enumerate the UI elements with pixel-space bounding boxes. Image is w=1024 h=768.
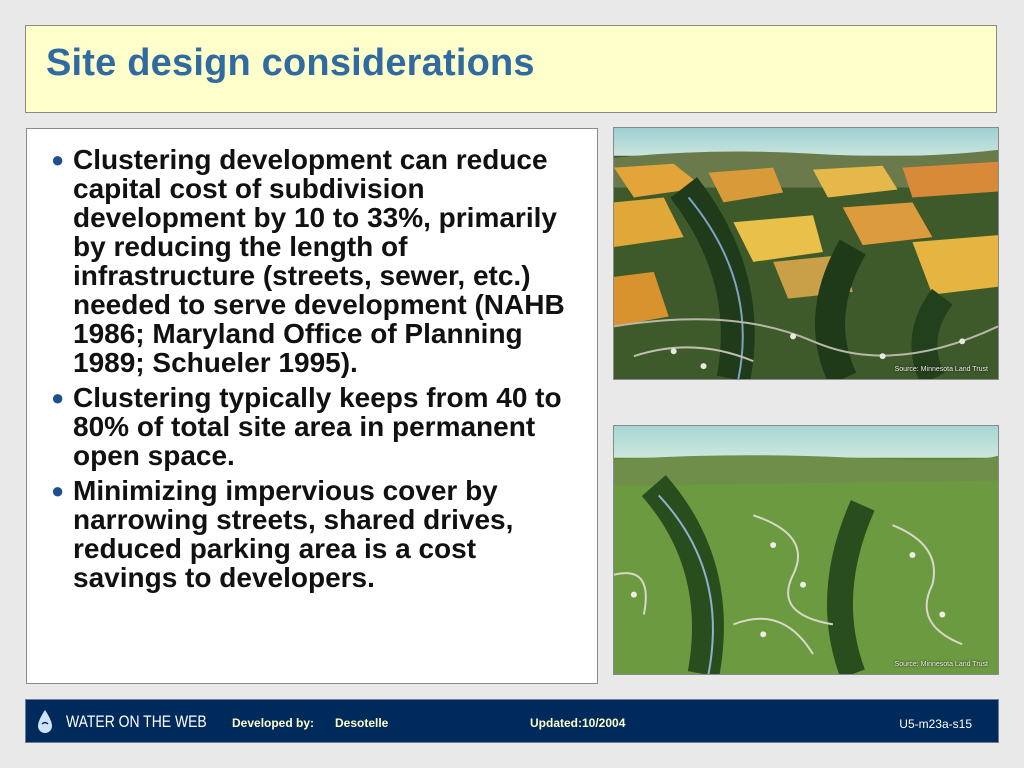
- bullet-item-3: ● Minimizing impervious cover by narrowi…: [49, 476, 577, 592]
- aerial-image-conventional: Source: Minnesota Land Trust: [613, 127, 999, 380]
- bullet-list: ● Clustering development can reduce capi…: [49, 145, 577, 598]
- bullet-icon: ●: [51, 147, 65, 172]
- aerial-image-cluster: Source: Minnesota Land Trust: [613, 425, 999, 675]
- updated-date: Updated:10/2004: [530, 716, 626, 730]
- developer-name: Desotelle: [335, 716, 389, 730]
- developed-by-label: Developed by:: [232, 716, 315, 730]
- bullet-text-1: Clustering development can reduce capita…: [73, 144, 565, 378]
- aerial-painting-cluster: [614, 426, 998, 674]
- bullet-text-2: Clustering typically keeps from 40 to 80…: [73, 382, 562, 471]
- bullet-text-3: Minimizing impervious cover by narrowing…: [73, 475, 514, 593]
- slide-code: U5-m23a-s15: [899, 717, 972, 731]
- slide-title: Site design considerations: [46, 42, 535, 84]
- aerial-painting-conventional: [614, 128, 998, 379]
- logo-text: WATER ON THE WEB: [66, 712, 207, 731]
- bullet-item-2: ● Clustering typically keeps from 40 to …: [49, 383, 577, 470]
- text-panel: ● Clustering development can reduce capi…: [26, 128, 598, 684]
- water-drop-logo-icon: [38, 710, 52, 733]
- image-credit: Source: Minnesota Land Trust: [894, 366, 988, 373]
- footer-bar: WATER ON THE WEB Developed by: Desotelle…: [25, 699, 999, 743]
- bullet-icon: ●: [51, 478, 65, 503]
- title-box: Site design considerations: [25, 25, 997, 113]
- bullet-item-1: ● Clustering development can reduce capi…: [49, 145, 577, 377]
- image-credit: Source: Minnesota Land Trust: [894, 661, 988, 668]
- bullet-icon: ●: [51, 385, 65, 410]
